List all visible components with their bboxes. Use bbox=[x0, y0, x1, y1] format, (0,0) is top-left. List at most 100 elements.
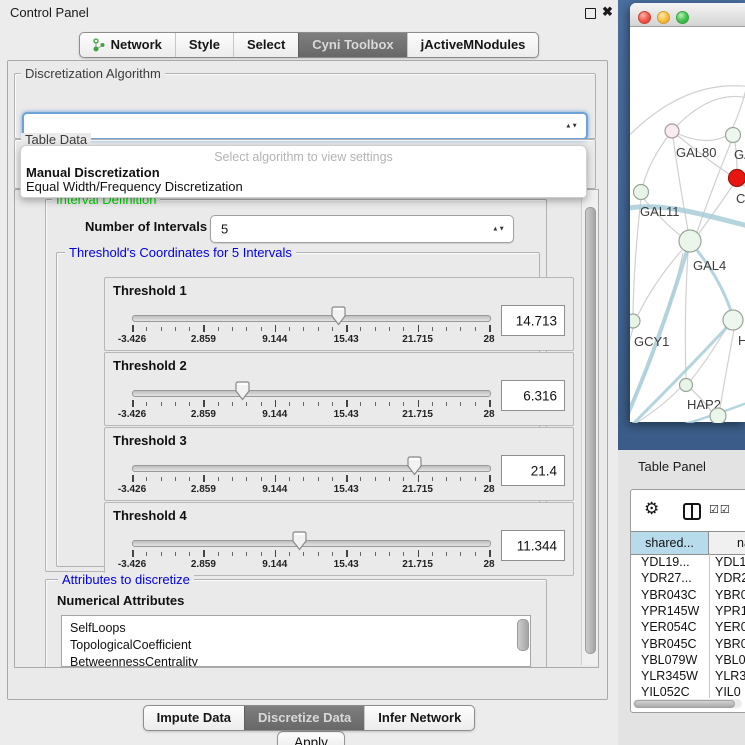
threshold-value-field[interactable]: 6.316 bbox=[501, 380, 565, 411]
tick-mark bbox=[175, 327, 176, 331]
network-icon bbox=[93, 38, 106, 52]
tab-discretize-data[interactable]: Discretize Data bbox=[244, 706, 364, 730]
tick-mark bbox=[418, 325, 420, 332]
threshold-value: 14.713 bbox=[516, 313, 557, 328]
apply-button[interactable]: Apply bbox=[277, 731, 345, 745]
zoom-traffic-light-icon[interactable] bbox=[676, 11, 689, 24]
table-hscrollbar-thumb[interactable] bbox=[634, 700, 735, 708]
network-node-gal11[interactable] bbox=[634, 185, 649, 200]
network-edge[interactable] bbox=[720, 330, 734, 408]
table-row-ybr043c[interactable]: YBR043CYBR0 bbox=[631, 587, 745, 604]
close-traffic-light-icon[interactable] bbox=[638, 11, 651, 24]
tick-mark bbox=[389, 477, 390, 481]
slider-track[interactable] bbox=[132, 540, 491, 547]
tab-cyni-toolbox[interactable]: Cyni Toolbox bbox=[298, 33, 406, 57]
table-row-ypr145w[interactable]: YPR145WYPR1 bbox=[631, 603, 745, 620]
slider-track[interactable] bbox=[132, 390, 491, 397]
slider-track[interactable] bbox=[132, 465, 491, 472]
table-panel-title: Table Panel bbox=[638, 459, 706, 474]
columns-icon[interactable] bbox=[683, 503, 701, 520]
scale-label: 21.715 bbox=[402, 559, 433, 570]
tab-impute-data[interactable]: Impute Data bbox=[144, 706, 244, 730]
discretization-algorithm-group-title: Discretization Algorithm bbox=[21, 67, 165, 81]
table-hscrollbar-track[interactable] bbox=[633, 699, 742, 708]
network-node-gal80[interactable] bbox=[665, 124, 679, 138]
threshold-value-field[interactable]: 11.344 bbox=[501, 530, 565, 561]
network-node[interactable] bbox=[710, 408, 726, 423]
tab-network[interactable]: Network bbox=[80, 33, 175, 57]
tab-label: Infer Network bbox=[378, 710, 461, 725]
tab-jactivemnodules[interactable]: jActiveMNodules bbox=[407, 33, 539, 57]
threshold-value-field[interactable]: 21.4 bbox=[501, 455, 565, 486]
column-header-name[interactable]: na bbox=[709, 532, 745, 554]
panel-scrollbar-thumb[interactable] bbox=[585, 207, 596, 654]
popup-option-manual-discretization[interactable]: Manual Discretization bbox=[26, 165, 160, 180]
network-node-gal4[interactable] bbox=[679, 230, 701, 252]
cell-name: YIL0 bbox=[715, 684, 741, 698]
tick-mark bbox=[389, 552, 390, 556]
tick-mark bbox=[246, 327, 247, 331]
network-edge[interactable] bbox=[630, 328, 633, 365]
network-edge[interactable] bbox=[643, 131, 672, 185]
checkbox-icons[interactable]: ☑☑ bbox=[709, 503, 731, 516]
float-window-icon[interactable] bbox=[585, 8, 596, 19]
slider-track[interactable] bbox=[132, 315, 491, 322]
threshold-value-field[interactable]: 14.713 bbox=[501, 305, 565, 336]
tick-mark bbox=[303, 477, 304, 481]
tab-infer-network[interactable]: Infer Network bbox=[364, 706, 474, 730]
table-row-ybl079w[interactable]: YBL079WYBL0 bbox=[631, 652, 745, 669]
tick-mark bbox=[318, 327, 319, 331]
close-icon[interactable]: ✖ bbox=[602, 4, 613, 20]
numerical-attributes-list[interactable]: SelfLoopsTopologicalCoefficientBetweenne… bbox=[61, 615, 531, 667]
table-row-ylr345w[interactable]: YLR345WYLR3 bbox=[631, 668, 745, 685]
network-node-ga[interactable] bbox=[726, 128, 741, 143]
threshold-label: Threshold 4 bbox=[113, 508, 187, 523]
tick-mark bbox=[446, 327, 447, 331]
algorithm-combobox[interactable]: ▲▼ bbox=[22, 112, 588, 140]
network-edge[interactable] bbox=[733, 85, 745, 127]
slider-handle[interactable] bbox=[406, 456, 423, 476]
combo-stepper-icon: ▲▼ bbox=[492, 225, 505, 232]
network-node-c[interactable] bbox=[729, 170, 745, 187]
tick-mark bbox=[161, 327, 162, 331]
slider-handle[interactable] bbox=[291, 531, 308, 551]
minimize-traffic-light-icon[interactable] bbox=[657, 11, 670, 24]
tick-mark bbox=[275, 550, 277, 557]
network-node-h[interactable] bbox=[723, 310, 743, 330]
attribute-item-topologicalcoefficient[interactable]: TopologicalCoefficient bbox=[62, 637, 530, 654]
panel-scrollbar-track[interactable] bbox=[581, 190, 598, 665]
tab-label: Cyni Toolbox bbox=[312, 37, 393, 52]
table-row-ydl19[interactable]: YDL19...YDL1 bbox=[631, 554, 745, 571]
tab-select[interactable]: Select bbox=[233, 33, 298, 57]
slider-handle[interactable] bbox=[330, 306, 347, 326]
scale-label: 28 bbox=[483, 484, 494, 495]
scale-label: -3.426 bbox=[118, 409, 146, 420]
table-row-ydr27[interactable]: YDR27...YDR2 bbox=[631, 570, 745, 587]
tab-style[interactable]: Style bbox=[175, 33, 233, 57]
cell-name: YDR2 bbox=[715, 570, 745, 586]
column-header-shared-name[interactable]: shared... bbox=[631, 532, 709, 554]
tick-mark bbox=[432, 552, 433, 556]
network-canvas[interactable]: GAL80GACGAL11GAL4GCY1HHAP2 bbox=[630, 27, 745, 423]
network-window-titlebar[interactable] bbox=[630, 3, 745, 27]
network-edge[interactable] bbox=[685, 252, 688, 378]
gear-icon[interactable]: ⚙ bbox=[644, 500, 659, 517]
table-row-yer054c[interactable]: YER054CYER0 bbox=[631, 619, 745, 636]
scale-label: -3.426 bbox=[118, 334, 146, 345]
network-node-gcy1[interactable] bbox=[630, 314, 640, 328]
network-edge[interactable] bbox=[699, 185, 733, 233]
table-row-yil052c[interactable]: YIL052CYIL0 bbox=[631, 684, 745, 698]
slider-handle[interactable] bbox=[234, 381, 251, 401]
cell-shared-name: YBL079W bbox=[641, 652, 697, 668]
attribute-item-selfloops[interactable]: SelfLoops bbox=[62, 620, 530, 637]
table-row-ybr045c[interactable]: YBR045CYBR0 bbox=[631, 636, 745, 653]
tick-mark bbox=[289, 552, 290, 556]
threshold-value: 6.316 bbox=[523, 388, 557, 403]
network-edge[interactable] bbox=[672, 131, 726, 140]
popup-option-equal-width-frequency[interactable]: Equal Width/Frequency Discretization bbox=[26, 179, 243, 194]
tick-mark bbox=[389, 402, 390, 406]
network-node-hap2[interactable] bbox=[680, 379, 693, 392]
attribute-list-scrollbar[interactable] bbox=[517, 619, 529, 651]
attribute-item-betweennesscentrality[interactable]: BetweennessCentrality bbox=[62, 654, 530, 667]
number-of-intervals-combobox[interactable]: 5 ▲▼ bbox=[210, 215, 514, 243]
